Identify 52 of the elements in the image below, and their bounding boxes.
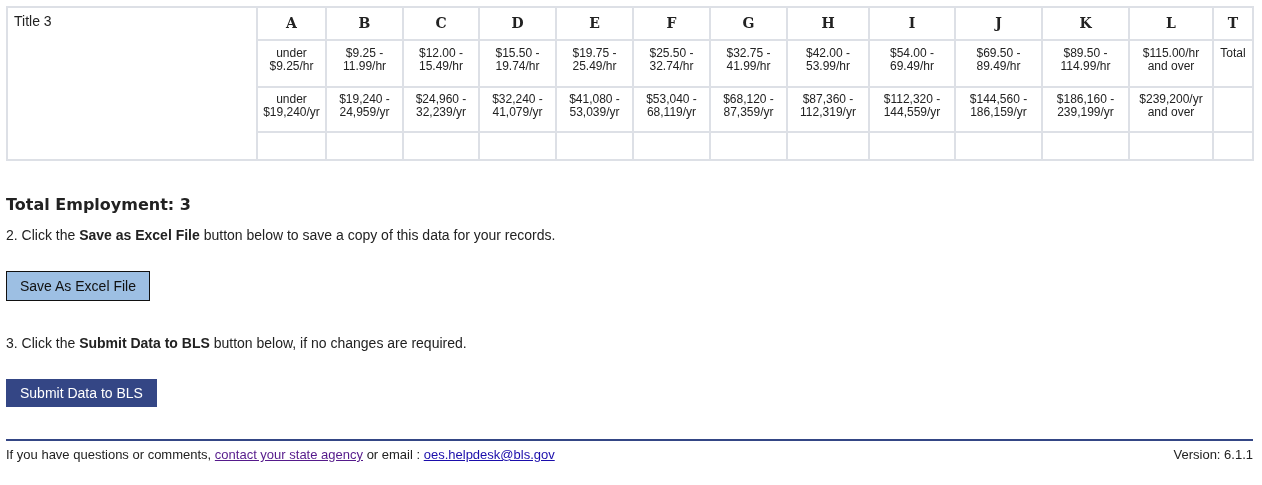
table-cell: under $9.25/hr <box>257 40 326 87</box>
table-cell: $15.50 - 19.74/hr <box>479 40 556 87</box>
table-cell: $112,320 - 144,559/yr <box>869 87 955 132</box>
version-text: Version: 6.1.1 <box>1173 447 1253 463</box>
table-cell: $24,960 - 32,239/yr <box>403 87 479 132</box>
table-cell: $25.50 - 32.74/hr <box>633 40 710 87</box>
table-cell: $53,040 - 68,119/yr <box>633 87 710 132</box>
save-excel-button[interactable]: Save As Excel File <box>6 271 150 301</box>
table-cell <box>1213 132 1253 160</box>
column-header: K <box>1042 7 1129 40</box>
table-cell: $41,080 - 53,039/yr <box>556 87 633 132</box>
table-cell: $19,240 - 24,959/yr <box>326 87 403 132</box>
column-header: T <box>1213 7 1253 40</box>
table-cell: $69.50 - 89.49/hr <box>955 40 1042 87</box>
table-cell: $239,200/yr and over <box>1129 87 1213 132</box>
instruction-text: 3. Click the Submit Data to BLS button below, if no changes are required. <box>6 334 468 353</box>
table-cell: $68,120 - 87,359/yr <box>710 87 787 132</box>
column-header: E <box>556 7 633 40</box>
contact-link[interactable]: contact your state agency <box>214 447 363 462</box>
table-cell: $186,160 - 239,199/yr <box>1042 87 1129 132</box>
column-header: G <box>710 7 787 40</box>
table-cell: $115.00/hr and over <box>1129 40 1213 87</box>
table-cell: $19.75 - 25.49/hr <box>556 40 633 87</box>
table-cell: $87,360 - 112,319/yr <box>787 87 869 132</box>
column-header: A <box>257 7 326 40</box>
email-link[interactable]: oes.helpdesk@bls.gov <box>423 447 555 462</box>
column-header: B <box>326 7 403 40</box>
column-header: L <box>1129 7 1213 40</box>
table-cell <box>257 132 326 160</box>
footer-text: or email : <box>366 447 421 462</box>
column-header: C <box>403 7 479 40</box>
column-header: D <box>479 7 556 40</box>
column-header: H <box>787 7 869 40</box>
table-cell: under $19,240/yr <box>257 87 326 132</box>
table-cell: $9.25 - 11.99/hr <box>326 40 403 87</box>
table-cell: $144,560 - 186,159/yr <box>955 87 1042 132</box>
table-title-cell: Title 3 <box>7 7 257 160</box>
footer-text: If you have questions or comments, <box>6 447 212 462</box>
table-cell: $12.00 - 15.49/hr <box>403 40 479 87</box>
submit-button[interactable]: Submit Data to BLS <box>6 379 157 407</box>
total-employment-heading: Total Employment: 3 <box>6 195 192 215</box>
instruction-text: 2. Click the Save as Excel File button below to save a copy of this data for your records. <box>6 226 557 245</box>
table-cell: $32,240 - 41,079/yr <box>479 87 556 132</box>
column-header: I <box>869 7 955 40</box>
column-header: F <box>633 7 710 40</box>
table-cell: $54.00 - 69.49/hr <box>869 40 955 87</box>
column-header: J <box>955 7 1042 40</box>
table-cell: $32.75 - 41.99/hr <box>710 40 787 87</box>
table-cell <box>1213 87 1253 132</box>
table-cell: $42.00 - 53.99/hr <box>787 40 869 87</box>
table-cell: Total <box>1213 40 1253 87</box>
table-cell: $89.50 - 114.99/hr <box>1042 40 1129 87</box>
